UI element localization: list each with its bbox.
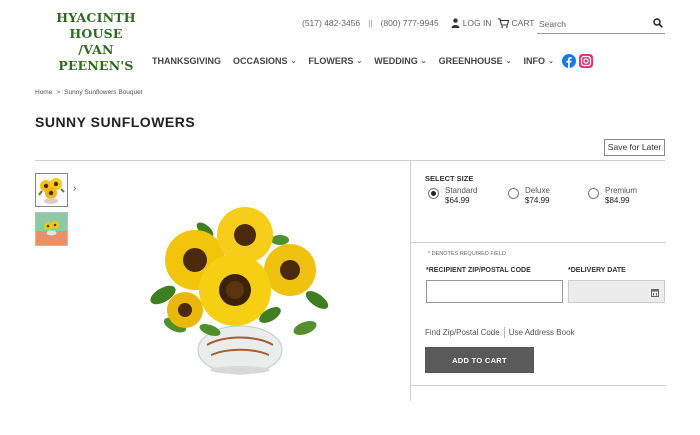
nav-item-thanksgiving[interactable]: THANKSGIVING bbox=[152, 56, 221, 66]
cart-label: CART bbox=[511, 18, 535, 28]
search-icon[interactable] bbox=[653, 18, 663, 28]
size-option-premium[interactable]: Premium $84.99 bbox=[588, 186, 637, 206]
page-title: SUNNY SUNFLOWERS bbox=[35, 114, 196, 130]
breadcrumb-current: Sunny Sunflowers Bouquet bbox=[64, 89, 143, 96]
size-option-deluxe[interactable]: Deluxe $74.99 bbox=[508, 186, 550, 206]
breadcrumb-home[interactable]: Home bbox=[35, 89, 52, 96]
nav-item-wedding[interactable]: WEDDING ⌄ bbox=[374, 56, 426, 66]
login-link[interactable]: LOG IN bbox=[451, 18, 492, 28]
product-image bbox=[150, 207, 329, 375]
cart-icon bbox=[497, 18, 509, 28]
nav-item-flowers[interactable]: FLOWERS ⌄ bbox=[308, 56, 362, 66]
radio-unselected[interactable] bbox=[508, 188, 519, 199]
required-field-note: * DENOTES REQUIRED FIELD bbox=[428, 251, 506, 257]
chevron-down-icon: ⌄ bbox=[420, 58, 427, 65]
size-price: $84.99 bbox=[605, 196, 630, 205]
search-input[interactable] bbox=[537, 15, 645, 33]
sunflower-thumbnail-image bbox=[36, 174, 67, 206]
chevron-down-icon: ⌄ bbox=[548, 58, 554, 65]
nav-label: INFO bbox=[523, 56, 546, 66]
panel-divider bbox=[411, 242, 666, 243]
social-links bbox=[561, 54, 596, 68]
chevron-right-icon[interactable]: › bbox=[73, 183, 76, 194]
thumbnail-1[interactable] bbox=[35, 173, 68, 207]
phone-local[interactable]: (517) 482-3456 bbox=[302, 18, 360, 28]
calendar-icon[interactable] bbox=[651, 288, 659, 297]
purchase-panel: SELECT SIZE Standard $64.99 Deluxe $74.9… bbox=[410, 161, 666, 401]
arrangement-scene-thumbnail-image bbox=[36, 213, 67, 245]
chevron-down-icon: ⌄ bbox=[505, 58, 512, 65]
find-zip-link[interactable]: Find Zip/Postal Code bbox=[425, 328, 500, 337]
chevron-down-icon: ⌄ bbox=[290, 58, 297, 65]
main-nav: THANKSGIVING OCCASIONS ⌄ FLOWERS ⌄ WEDDING… bbox=[152, 54, 596, 68]
nav-label: FLOWERS bbox=[308, 56, 354, 66]
size-name: Deluxe bbox=[525, 186, 550, 195]
instagram-icon[interactable] bbox=[578, 54, 593, 68]
nav-label: GREENHOUSE bbox=[438, 56, 503, 66]
panel-divider bbox=[411, 385, 666, 386]
size-name: Premium bbox=[605, 186, 638, 195]
chevron-down-icon: ⌄ bbox=[356, 58, 363, 65]
nav-item-greenhouse[interactable]: GREENHOUSE ⌄ bbox=[439, 56, 512, 66]
nav-item-info[interactable]: INFO ⌄ bbox=[524, 56, 554, 66]
phone-tollfree[interactable]: (800) 777-9945 bbox=[381, 18, 439, 28]
logo-line-2: /VAN PEENEN'S bbox=[58, 42, 134, 73]
search-box bbox=[537, 14, 665, 34]
breadcrumb-separator: > bbox=[56, 89, 61, 96]
login-label: LOG IN bbox=[462, 18, 492, 28]
user-icon bbox=[451, 18, 460, 28]
delivery-date-label: *DELIVERY DATE bbox=[568, 267, 626, 274]
logo-line-1: HYACINTH HOUSE bbox=[56, 10, 136, 41]
zip-input[interactable] bbox=[426, 280, 563, 303]
top-links: (517) 482-3456 || (800) 777-9945 LOG IN … bbox=[302, 18, 535, 28]
thumbnail-2[interactable] bbox=[35, 212, 68, 246]
nav-label: OCCASIONS bbox=[233, 56, 288, 66]
nav-label: WEDDING bbox=[374, 56, 418, 66]
breadcrumb: Home > Sunny Sunflowers Bouquet bbox=[35, 89, 143, 96]
zip-helper-links: Find Zip/Postal Code Use Address Book bbox=[425, 327, 575, 338]
add-to-cart-button[interactable]: ADD TO CART bbox=[425, 347, 534, 373]
cart-link[interactable]: CART bbox=[497, 18, 535, 28]
thumbnail-list: › bbox=[35, 173, 76, 251]
delivery-date-field[interactable] bbox=[568, 280, 665, 303]
nav-item-occasions[interactable]: OCCASIONS ⌄ bbox=[233, 56, 296, 66]
store-logo[interactable]: HYACINTH HOUSE /VAN PEENEN'S bbox=[40, 10, 152, 74]
zip-label: *RECIPIENT ZIP/POSTAL CODE bbox=[426, 267, 531, 274]
size-option-standard[interactable]: Standard $64.99 bbox=[428, 186, 477, 206]
radio-selected[interactable] bbox=[428, 188, 439, 199]
size-name: Standard bbox=[445, 186, 478, 195]
phone-separator: || bbox=[368, 18, 373, 28]
size-label: SELECT SIZE bbox=[425, 174, 474, 183]
nav-label: THANKSGIVING bbox=[152, 56, 222, 66]
address-book-link[interactable]: Use Address Book bbox=[509, 328, 575, 337]
facebook-icon[interactable] bbox=[561, 54, 576, 68]
link-separator bbox=[503, 327, 505, 338]
size-price: $74.99 bbox=[525, 196, 550, 205]
save-for-later-button[interactable]: Save for Later bbox=[604, 139, 665, 156]
size-price: $64.99 bbox=[445, 196, 470, 205]
radio-unselected[interactable] bbox=[588, 188, 599, 199]
